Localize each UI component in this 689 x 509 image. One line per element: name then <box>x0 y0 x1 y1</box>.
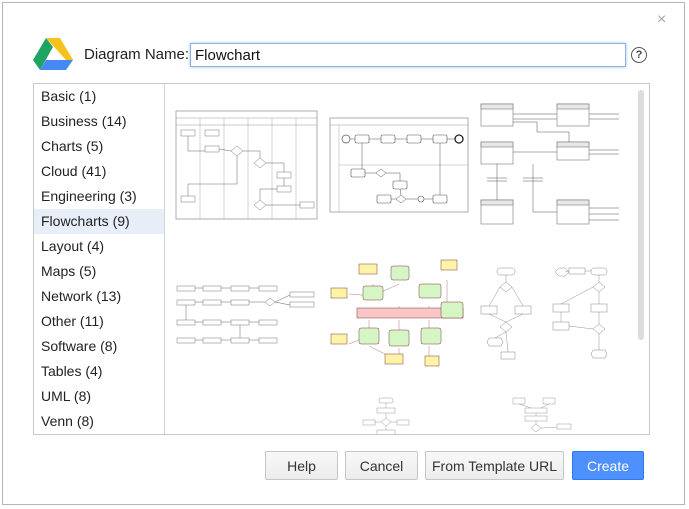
from-template-url-button[interactable]: From Template URL <box>425 451 564 480</box>
category-list: Basic (1) Business (14) Charts (5) Cloud… <box>34 84 165 434</box>
template-thumb-partial-right[interactable] <box>505 396 575 434</box>
diagram-name-input[interactable] <box>190 43 626 67</box>
category-layout[interactable]: Layout (4) <box>34 234 164 259</box>
template-grid <box>165 84 649 434</box>
category-software[interactable]: Software (8) <box>34 334 164 359</box>
category-charts[interactable]: Charts (5) <box>34 134 164 159</box>
cancel-button[interactable]: Cancel <box>345 451 418 480</box>
category-maps[interactable]: Maps (5) <box>34 259 164 284</box>
category-business[interactable]: Business (14) <box>34 109 164 134</box>
category-venn[interactable]: Venn (8) <box>34 409 164 434</box>
template-thumb-flow-horizontal[interactable] <box>175 280 318 350</box>
diagram-name-label: Diagram Name: <box>84 46 190 63</box>
template-thumb-color-flowchart[interactable] <box>329 256 469 378</box>
category-cloud[interactable]: Cloud (41) <box>34 159 164 184</box>
template-thumb-process[interactable] <box>329 117 469 213</box>
category-tables[interactable]: Tables (4) <box>34 359 164 384</box>
category-uml[interactable]: UML (8) <box>34 384 164 409</box>
help-circle-icon[interactable]: ? <box>631 47 647 63</box>
google-drive-icon <box>33 38 73 70</box>
template-thumb-partial-left[interactable] <box>361 396 411 434</box>
template-thumb-decision-flow[interactable] <box>479 264 621 370</box>
close-icon[interactable]: × <box>657 12 666 28</box>
category-network[interactable]: Network (13) <box>34 284 164 309</box>
category-engineering[interactable]: Engineering (3) <box>34 184 164 209</box>
category-flowcharts[interactable]: Flowcharts (9) <box>34 209 164 234</box>
template-thumb-swimlane[interactable] <box>175 110 318 220</box>
template-panel: Basic (1) Business (14) Charts (5) Cloud… <box>33 83 650 435</box>
template-scrollbar-thumb[interactable] <box>638 90 644 340</box>
template-thumb-tables[interactable] <box>479 102 621 228</box>
category-other[interactable]: Other (11) <box>34 309 164 334</box>
help-button[interactable]: Help <box>265 451 338 480</box>
create-button[interactable]: Create <box>572 451 644 480</box>
category-basic[interactable]: Basic (1) <box>34 84 164 109</box>
